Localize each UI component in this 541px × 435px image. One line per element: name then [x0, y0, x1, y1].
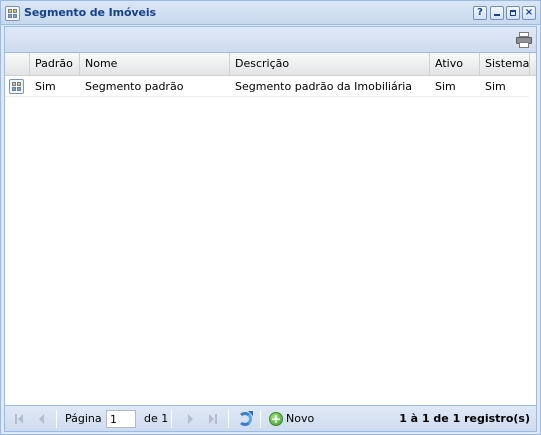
page-number-input[interactable]	[106, 410, 136, 428]
print-button[interactable]	[514, 30, 534, 50]
new-button[interactable]: Novo	[286, 406, 314, 432]
next-page-icon	[188, 414, 193, 424]
minimize-icon	[494, 14, 500, 16]
column-header-padrao[interactable]: Padrão	[30, 53, 80, 75]
data-grid: Padrão Nome Descrição Ativo Sistema Sim …	[4, 52, 537, 406]
row-icon-cell[interactable]	[5, 76, 30, 97]
column-header-nome[interactable]: Nome	[80, 53, 230, 75]
separator	[228, 410, 229, 428]
column-header-icon[interactable]	[5, 53, 30, 75]
cell-padrao: Sim	[35, 80, 56, 93]
cell-descricao: Segmento padrão da Imobiliária	[235, 80, 413, 93]
cell-ativo: Sim	[435, 80, 456, 93]
prev-page-icon	[39, 414, 44, 424]
record-icon[interactable]	[9, 79, 24, 94]
prev-page-button[interactable]	[34, 411, 50, 427]
toolbar	[4, 26, 537, 52]
table-row[interactable]: Sim Segmento padrão Segmento padrão da I…	[5, 76, 529, 97]
separator	[260, 410, 261, 428]
paging-toolbar: Página de 1 + Novo 1 à 1 de 1 registro(s…	[4, 406, 537, 432]
paging-info: 1 à 1 de 1 registro(s)	[399, 412, 530, 425]
grid-header: Padrão Nome Descrição Ativo Sistema	[5, 53, 536, 76]
maximize-button[interactable]	[506, 6, 520, 20]
cell-sistema: Sim	[485, 80, 506, 93]
first-page-icon	[15, 414, 17, 424]
first-page-button[interactable]	[12, 411, 28, 427]
column-header-filler	[530, 53, 536, 75]
window: Segmento de Imóveis ? × Padrão Nome Desc…	[0, 0, 541, 435]
grid-window-icon	[5, 6, 20, 21]
add-icon[interactable]: +	[269, 412, 283, 426]
next-page-button[interactable]	[183, 411, 199, 427]
separator	[171, 410, 172, 428]
maximize-icon	[510, 10, 516, 16]
window-titlebar[interactable]: Segmento de Imóveis ? ×	[1, 1, 540, 25]
column-header-sistema[interactable]: Sistema	[480, 53, 530, 75]
separator	[56, 410, 57, 428]
page-label: Página	[65, 412, 102, 425]
cell-nome: Segmento padrão	[85, 80, 184, 93]
close-button[interactable]: ×	[522, 6, 536, 20]
last-page-button[interactable]	[205, 411, 221, 427]
minimize-button[interactable]	[490, 6, 504, 20]
page-count-label: de 1	[144, 412, 169, 425]
refresh-icon[interactable]	[237, 411, 253, 427]
window-title: Segmento de Imóveis	[24, 6, 156, 19]
column-header-descricao[interactable]: Descrição	[230, 53, 430, 75]
help-button[interactable]: ?	[473, 6, 487, 20]
last-page-icon	[209, 414, 214, 424]
column-header-ativo[interactable]: Ativo	[430, 53, 480, 75]
